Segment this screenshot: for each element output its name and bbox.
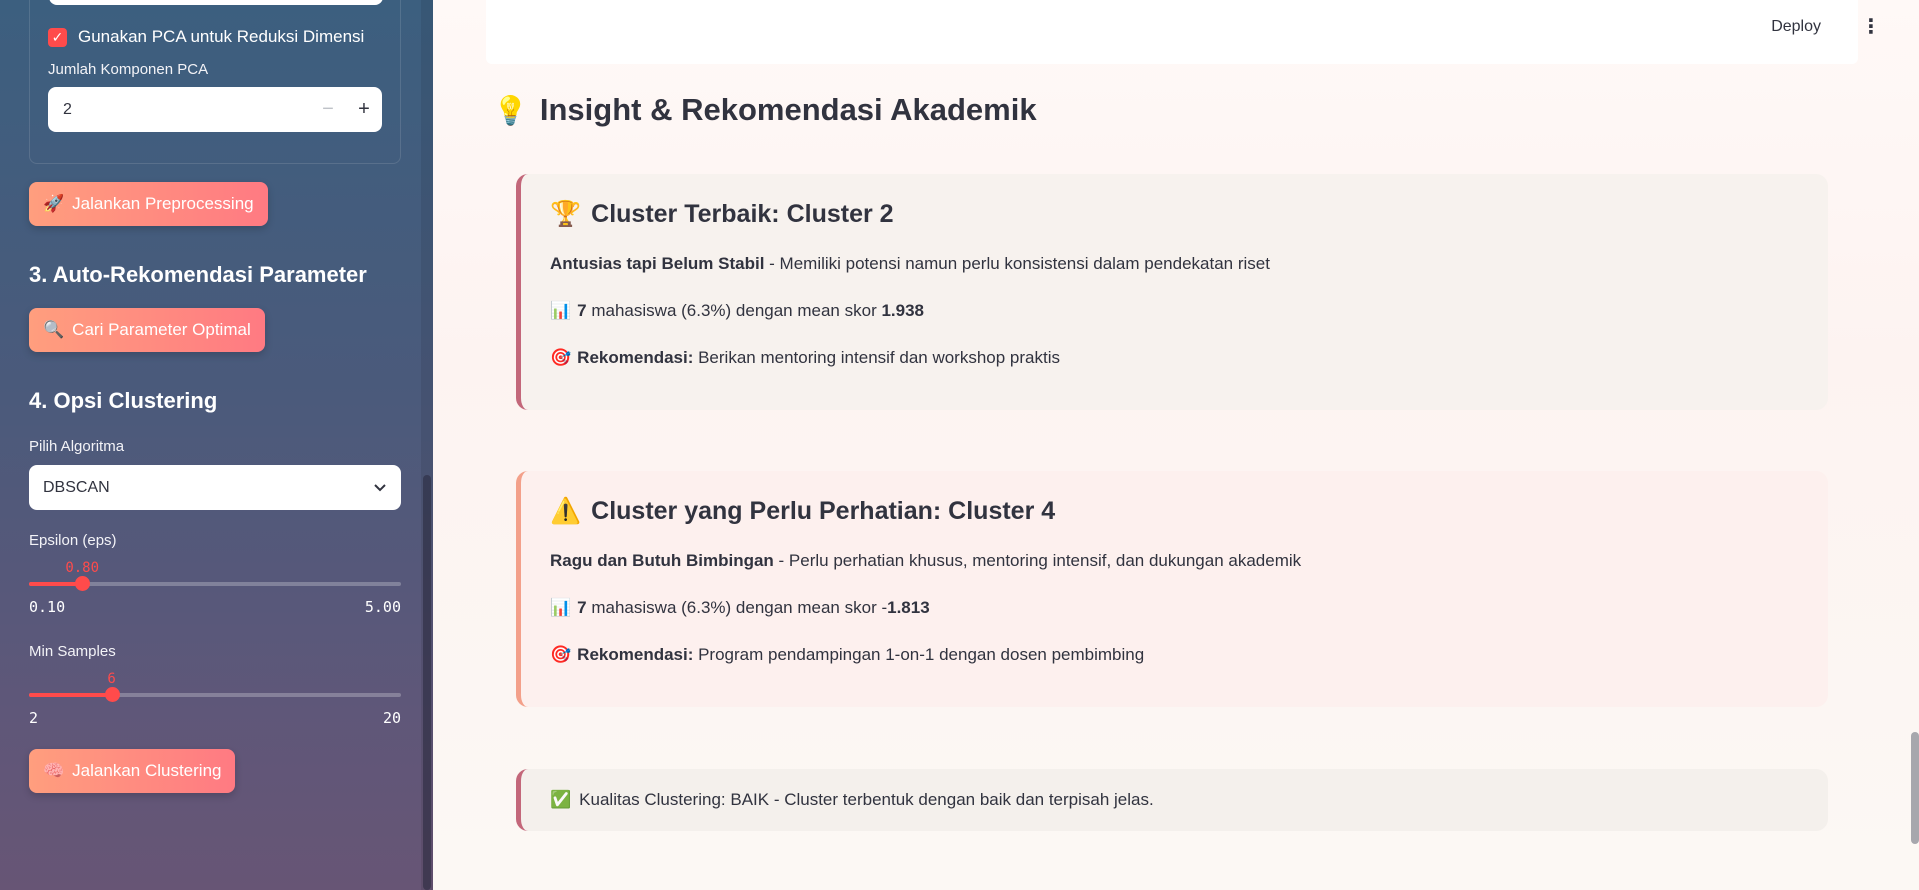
previous-content-card: [486, 0, 1858, 64]
check-mark-icon: ✅: [550, 790, 572, 809]
bar-chart-icon: 📊: [550, 598, 572, 617]
attention-cluster-description: Ragu dan Butuh Bimbingan - Perlu perhati…: [550, 551, 1301, 571]
attention-cluster-stats-text: mahasiswa (6.3%) dengan mean skor -: [586, 598, 888, 617]
attention-cluster-recommendation: 🎯 Rekomendasi: Program pendampingan 1-on…: [550, 645, 1144, 665]
sidebar: ✓ Gunakan PCA untuk Reduksi Dimensi Juml…: [0, 0, 433, 890]
page-title: 💡 Insight & Rekomendasi Akademik: [493, 92, 1037, 128]
slider-thumb[interactable]: [104, 687, 120, 702]
attention-cluster-description-text: - Perlu perhatian khusus, mentoring inte…: [773, 551, 1302, 570]
min-samples-label: Min Samples: [29, 643, 116, 660]
main-scrollbar-thumb[interactable]: [1911, 732, 1919, 844]
rocket-icon: 🚀: [43, 194, 65, 213]
run-clustering-label: Jalankan Clustering: [72, 761, 222, 780]
pca-components-input[interactable]: 2 − +: [48, 87, 382, 132]
slider-min-value: 2: [29, 709, 39, 727]
recommendation-label: Rekomendasi:: [577, 348, 694, 367]
epsilon-slider[interactable]: 0.80 0.10 5.00: [29, 560, 401, 620]
page-title-text: Insight & Rekomendasi Akademik: [539, 92, 1037, 127]
pca-checkbox-row[interactable]: ✓ Gunakan PCA untuk Reduksi Dimensi: [48, 27, 364, 47]
algorithm-label: Pilih Algoritma: [29, 438, 125, 455]
epsilon-label: Epsilon (eps): [29, 532, 117, 549]
main-content: Deploy ⋮ 💡 Insight & Rekomendasi Akademi…: [433, 0, 1919, 890]
slider-current-value: 6: [107, 671, 116, 687]
algorithm-select-value: DBSCAN: [43, 478, 110, 496]
slider-thumb[interactable]: [75, 576, 91, 591]
chevron-down-icon: [374, 483, 386, 491]
min-samples-slider[interactable]: 6 2 20: [29, 671, 401, 731]
decrement-button[interactable]: −: [310, 98, 346, 121]
attention-cluster-recommendation-text: Program pendampingan 1-on-1 dengan dosen…: [693, 645, 1145, 664]
slider-max-value: 5.00: [364, 598, 401, 616]
deploy-button[interactable]: Deploy: [1771, 18, 1821, 36]
best-cluster-stats-text: mahasiswa (6.3%) dengan mean skor: [586, 301, 882, 320]
algorithm-select[interactable]: DBSCAN: [29, 465, 401, 510]
section-clustering-options-title: 4. Opsi Clustering: [29, 388, 218, 413]
best-cluster-recommendation-text: Berikan mentoring intensif dan workshop …: [693, 348, 1061, 367]
attention-cluster-title-text: Cluster yang Perlu Perhatian: Cluster 4: [591, 497, 1056, 525]
attention-cluster-card: ⚠️ Cluster yang Perlu Perhatian: Cluster…: [516, 471, 1828, 707]
slider-min-value: 0.10: [29, 598, 66, 616]
section-auto-recommendation-title: 3. Auto-Rekomendasi Parameter: [29, 262, 367, 287]
attention-cluster-title: ⚠️ Cluster yang Perlu Perhatian: Cluster…: [550, 497, 1055, 526]
clustering-quality-text: Kualitas Clustering: BAIK - Cluster terb…: [579, 790, 1154, 809]
slider-max-value: 20: [382, 709, 401, 727]
bar-chart-icon: 📊: [550, 301, 572, 320]
best-cluster-card: 🏆 Cluster Terbaik: Cluster 2 Antusias ta…: [516, 174, 1828, 410]
attention-cluster-score: 1.813: [887, 598, 930, 617]
find-optimal-parameter-label: Cari Parameter Optimal: [72, 320, 251, 339]
pca-checkbox[interactable]: ✓: [48, 27, 67, 47]
best-cluster-title: 🏆 Cluster Terbaik: Cluster 2: [550, 200, 894, 229]
run-preprocessing-button[interactable]: 🚀 Jalankan Preprocessing: [29, 182, 268, 226]
pca-components-label: Jumlah Komponen PCA: [48, 61, 209, 78]
run-preprocessing-label: Jalankan Preprocessing: [72, 194, 254, 213]
brain-icon: 🧠: [43, 761, 65, 780]
run-clustering-button[interactable]: 🧠 Jalankan Clustering: [29, 749, 236, 793]
trophy-icon: 🏆: [550, 200, 582, 228]
best-cluster-description-text: - Memiliki potensi namun perlu konsisten…: [764, 254, 1270, 273]
attention-cluster-count: 7: [577, 598, 587, 617]
previous-input-field[interactable]: [49, 0, 383, 5]
more-options-icon[interactable]: ⋮: [1861, 14, 1881, 39]
sidebar-scrollbar-thumb[interactable]: [423, 475, 431, 890]
slider-fill: [29, 693, 112, 697]
warning-icon: ⚠️: [550, 497, 582, 525]
pca-checkbox-label: Gunakan PCA untuk Reduksi Dimensi: [78, 27, 365, 46]
pca-options-container: ✓ Gunakan PCA untuk Reduksi Dimensi Juml…: [29, 0, 401, 164]
best-cluster-description: Antusias tapi Belum Stabil - Memiliki po…: [550, 254, 1270, 274]
clustering-quality-card: ✅ Kualitas Clustering: BAIK - Cluster te…: [516, 769, 1828, 831]
best-cluster-recommendation: 🎯 Rekomendasi: Berikan mentoring intensi…: [550, 348, 1060, 368]
attention-cluster-stats: 📊 7 mahasiswa (6.3%) dengan mean skor -1…: [550, 598, 930, 618]
find-optimal-parameter-button[interactable]: 🔍 Cari Parameter Optimal: [29, 308, 265, 352]
best-cluster-stats: 📊 7 mahasiswa (6.3%) dengan mean skor 1.…: [550, 301, 924, 321]
best-cluster-persona: Antusias tapi Belum Stabil: [550, 254, 765, 273]
lightbulb-icon: 💡: [493, 94, 528, 126]
increment-button[interactable]: +: [346, 98, 382, 121]
best-cluster-score: 1.938: [881, 301, 924, 320]
best-cluster-title-text: Cluster Terbaik: Cluster 2: [591, 200, 894, 228]
attention-cluster-persona: Ragu dan Butuh Bimbingan: [550, 551, 774, 570]
recommendation-label: Rekomendasi:: [577, 645, 694, 664]
target-icon: 🎯: [550, 348, 572, 367]
best-cluster-count: 7: [577, 301, 587, 320]
target-icon: 🎯: [550, 645, 572, 664]
magnifier-icon: 🔍: [43, 320, 65, 339]
slider-current-value: 0.80: [65, 560, 100, 576]
pca-components-value[interactable]: 2: [48, 101, 310, 119]
